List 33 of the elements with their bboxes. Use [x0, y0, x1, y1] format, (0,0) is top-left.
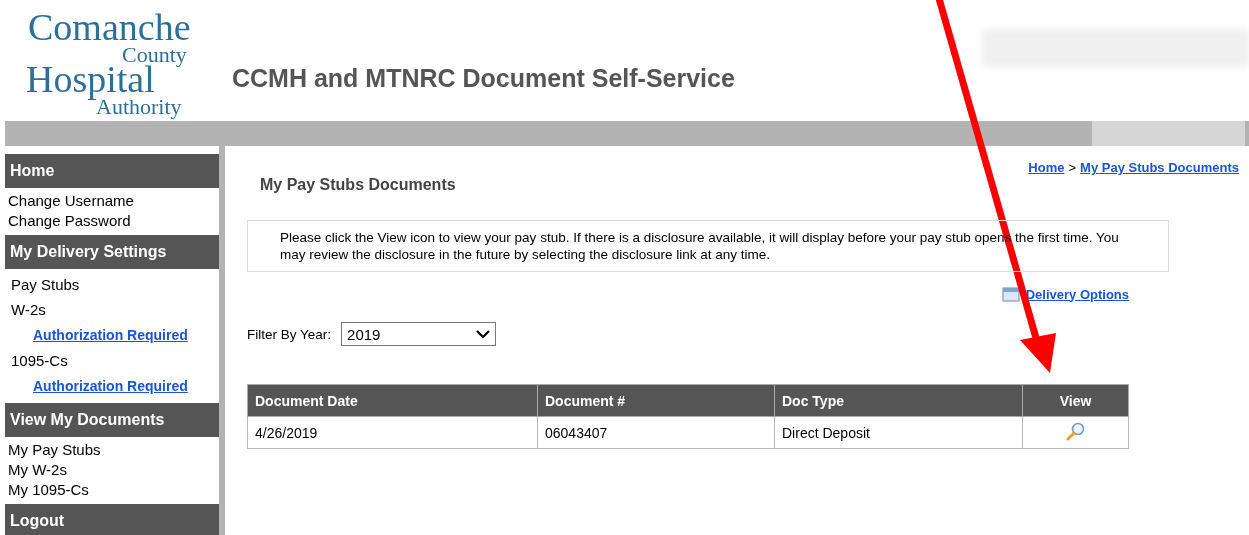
sidebar-item[interactable]: Change Username: [5, 191, 219, 211]
sidebar-item[interactable]: My Pay Stubs: [5, 440, 219, 460]
delivery-options-link[interactable]: Delivery Options: [1025, 286, 1129, 302]
breadcrumb-link[interactable]: Home: [1028, 160, 1065, 175]
logo: Comanche County Hospital Authority: [25, 5, 192, 121]
sidebar-item[interactable]: My W-2s: [5, 460, 219, 480]
filter-label: Filter By Year:: [247, 326, 332, 342]
setting-label: Pay Stubs: [10, 275, 81, 295]
setting-label: 1095-Cs: [10, 351, 69, 371]
sidebar-heading[interactable]: Logout: [5, 504, 219, 535]
column-header: View: [1022, 384, 1129, 417]
page-title: My Pay Stubs Documents: [260, 176, 456, 195]
table-cell: Direct Deposit: [774, 416, 1023, 449]
table-cell: 4/26/2019: [247, 416, 538, 449]
sidebar-item[interactable]: Change Password: [5, 211, 219, 231]
column-header: Document #: [537, 384, 775, 417]
authorization-link[interactable]: Authorization Required: [33, 378, 188, 394]
sidebar-item[interactable]: My 1095-Cs: [5, 480, 219, 500]
sidebar-heading[interactable]: View My Documents: [5, 403, 219, 437]
magnifier-icon[interactable]: [1065, 421, 1086, 441]
table-cell: 06043407: [537, 416, 775, 449]
column-header: Document Date: [247, 384, 538, 417]
setting-label: W-2s: [10, 300, 47, 320]
calendar-icon: [1001, 286, 1020, 302]
sidebar-heading[interactable]: My Delivery Settings: [5, 235, 219, 269]
column-header: Doc Type: [774, 384, 1023, 417]
site-title: CCMH and MTNRC Document Self-Service: [232, 64, 735, 93]
year-dropdown[interactable]: 2019: [341, 322, 497, 346]
breadcrumb-link[interactable]: My Pay Stubs Documents: [1080, 160, 1239, 175]
chevron-down-icon: [475, 329, 492, 339]
authorization-link[interactable]: Authorization Required: [33, 327, 188, 343]
breadcrumb-separator: >: [1068, 160, 1077, 175]
sidebar-heading[interactable]: Home: [5, 154, 219, 188]
